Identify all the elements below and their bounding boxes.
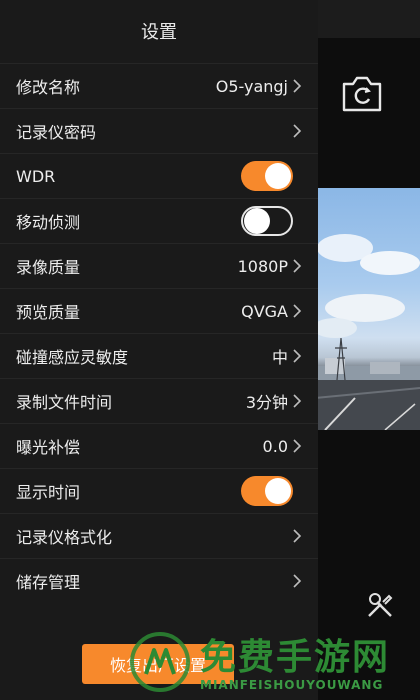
watermark-logo-icon <box>130 632 190 692</box>
camera-switch-icon[interactable] <box>340 74 384 114</box>
setting-row-motion-detection: 移动侦测 <box>0 198 318 243</box>
setting-label: 显示时间 <box>16 483 81 502</box>
chevron-right-icon <box>293 79 302 93</box>
watermark-subtitle: MIANFEISHOUYOUWANG <box>200 678 384 692</box>
chevron-right-icon <box>293 439 302 453</box>
setting-row-wdr: WDR <box>0 153 318 198</box>
setting-row-storage-management[interactable]: 储存管理 <box>0 558 318 603</box>
setting-value: O5-yangj <box>215 76 288 96</box>
setting-value: QVGA <box>241 301 288 321</box>
toggle-knob <box>244 208 270 234</box>
chevron-right-icon <box>293 574 302 588</box>
setting-label: 碰撞感应灵敏度 <box>16 348 129 367</box>
display-time-toggle[interactable] <box>241 476 293 506</box>
motion-detection-toggle[interactable] <box>241 206 293 236</box>
chevron-right-icon <box>293 124 302 138</box>
setting-label: 记录仪密码 <box>16 123 97 142</box>
watermark-title: 免费手游网 <box>200 636 391 678</box>
setting-label: 录制文件时间 <box>16 393 113 412</box>
toggle-knob <box>265 478 291 504</box>
setting-row-format-recorder[interactable]: 记录仪格式化 <box>0 513 318 558</box>
setting-row-video-quality[interactable]: 录像质量 1080P <box>0 243 318 288</box>
setting-label: 储存管理 <box>16 573 81 592</box>
setting-row-exposure-compensation[interactable]: 曝光补偿 0.0 <box>0 423 318 468</box>
setting-row-preview-quality[interactable]: 预览质量 QVGA <box>0 288 318 333</box>
chevron-right-icon <box>293 394 302 408</box>
settings-panel: 设置 修改名称 O5-yangj 记录仪密码 WDR 移动侦测 录像质量 108… <box>0 0 318 700</box>
page-title: 设置 <box>141 22 177 43</box>
chevron-right-icon <box>293 529 302 543</box>
setting-row-recording-file-time[interactable]: 录制文件时间 3分钟 <box>0 378 318 423</box>
setting-label: WDR <box>16 166 56 186</box>
setting-row-device-name[interactable]: 修改名称 O5-yangj <box>0 63 318 108</box>
setting-label: 预览质量 <box>16 303 81 322</box>
setting-value: 3分钟 <box>245 393 288 412</box>
setting-label: 修改名称 <box>16 78 81 97</box>
chevron-right-icon <box>293 304 302 318</box>
setting-row-recorder-password[interactable]: 记录仪密码 <box>0 108 318 153</box>
watermark: 免费手游网 MIANFEISHOUYOUWANG <box>128 628 420 700</box>
tools-icon[interactable] <box>365 590 395 620</box>
toggle-knob <box>265 163 291 189</box>
setting-label: 记录仪格式化 <box>16 528 113 547</box>
setting-value: 0.0 <box>262 436 288 456</box>
wdr-toggle[interactable] <box>241 161 293 191</box>
setting-label: 移动侦测 <box>16 213 81 232</box>
setting-value: 1080P <box>237 256 288 276</box>
setting-label: 录像质量 <box>16 258 81 277</box>
setting-row-display-time: 显示时间 <box>0 468 318 513</box>
chevron-right-icon <box>293 259 302 273</box>
chevron-right-icon <box>293 349 302 363</box>
live-video-preview[interactable] <box>315 188 420 430</box>
setting-row-collision-sensitivity[interactable]: 碰撞感应灵敏度 中 <box>0 333 318 378</box>
setting-value: 中 <box>271 348 288 367</box>
setting-label: 曝光补偿 <box>16 438 81 457</box>
camera-top-bar <box>318 0 420 38</box>
